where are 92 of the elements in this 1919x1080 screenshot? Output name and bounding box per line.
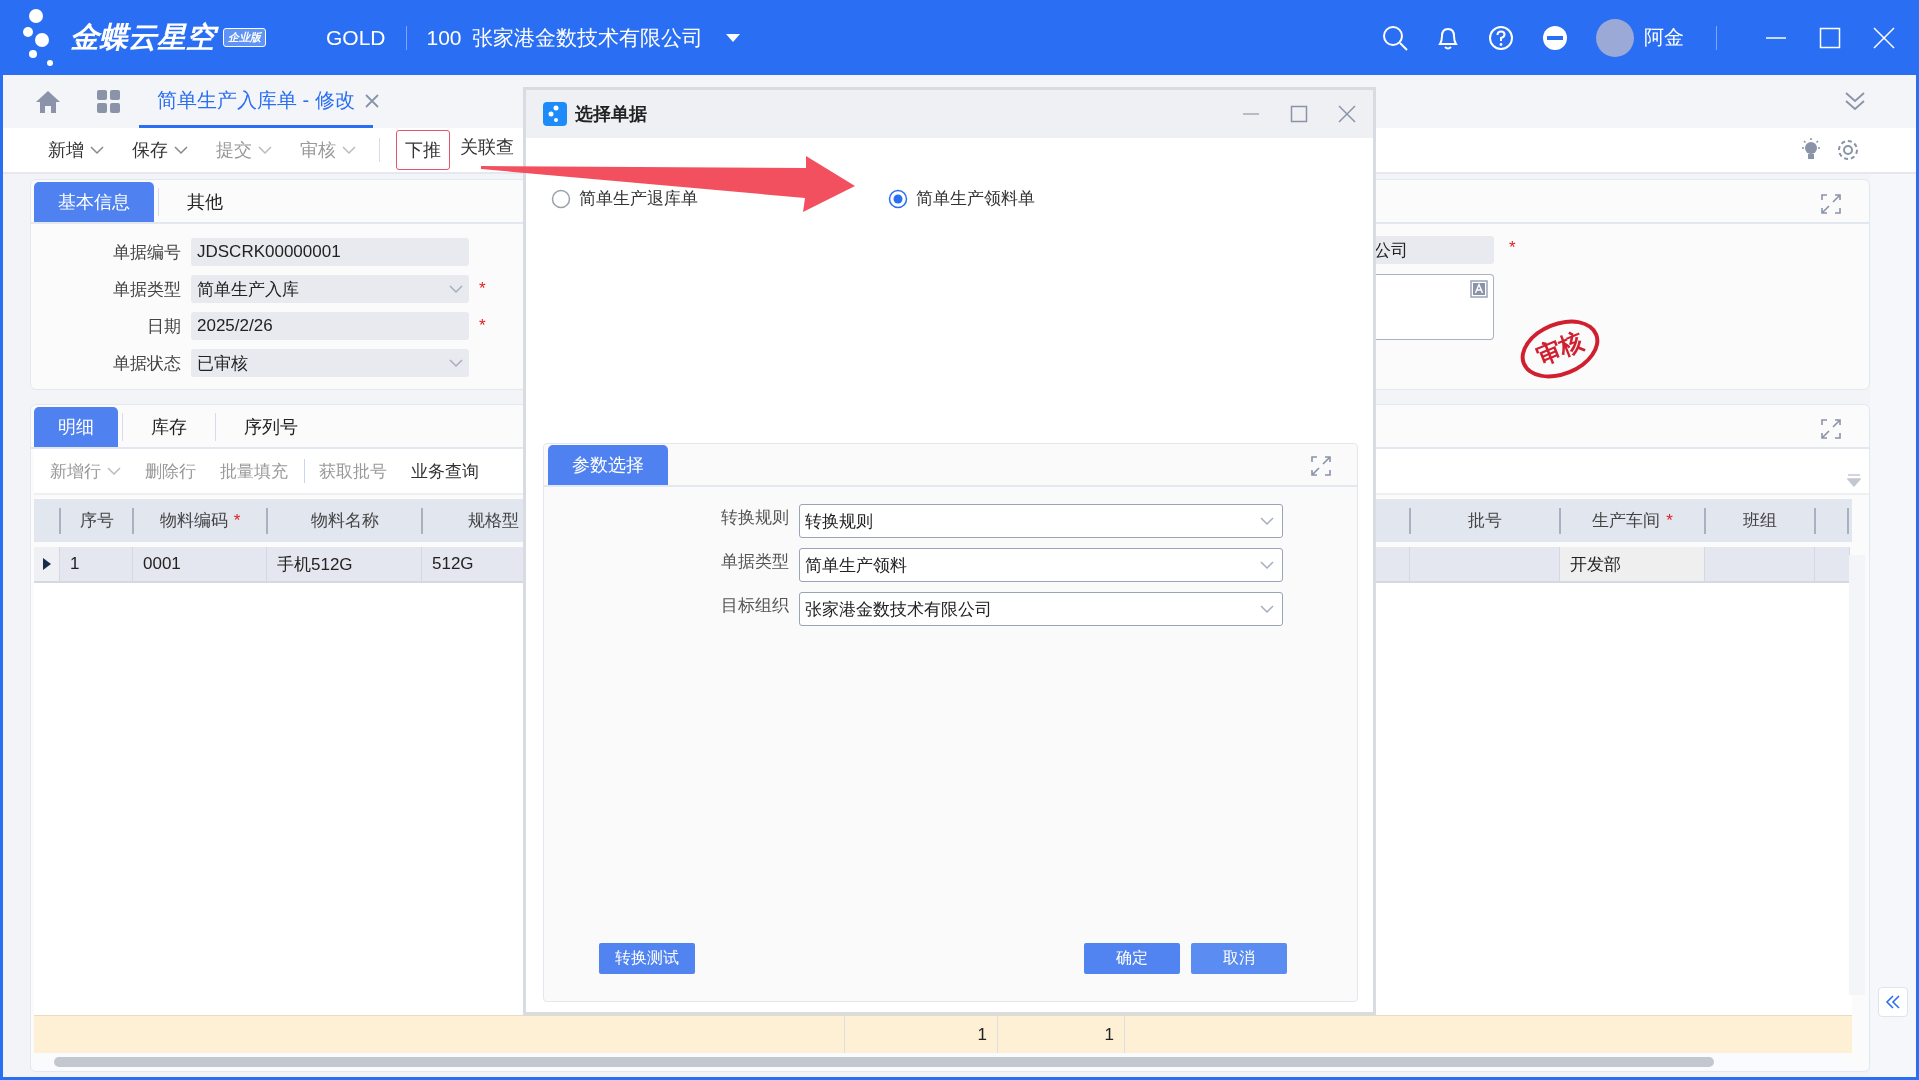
table-cell xyxy=(1815,547,1850,581)
caret-icon xyxy=(1260,604,1274,614)
caret-icon xyxy=(258,145,272,155)
dialog-app-icon xyxy=(543,102,567,126)
close-icon[interactable] xyxy=(1338,105,1356,123)
column-header[interactable] xyxy=(1814,507,1849,534)
user-avatar[interactable] xyxy=(1596,18,1634,57)
text-field[interactable]: 公司 xyxy=(1374,236,1494,264)
grid-toolbar-button[interactable]: 业务查询 xyxy=(403,459,487,483)
required-mark: * xyxy=(1509,238,1516,258)
column-header[interactable]: 序号 xyxy=(59,507,132,534)
required-mark: * xyxy=(479,279,487,299)
expand-icon[interactable] xyxy=(1311,456,1331,476)
column-header[interactable]: 班组 xyxy=(1704,507,1814,534)
data-center-name[interactable]: GOLD xyxy=(326,25,386,50)
maximize-icon[interactable] xyxy=(1290,105,1308,123)
toolbar-button[interactable]: 关联查 xyxy=(460,133,514,161)
font-icon[interactable] xyxy=(1470,280,1488,298)
user-name[interactable]: 阿金 xyxy=(1644,24,1684,51)
filter-icon[interactable] xyxy=(1847,473,1861,487)
toolbar-button[interactable]: 新增 xyxy=(39,130,113,170)
text-field[interactable]: 2025/2/26 xyxy=(191,312,469,340)
select-field[interactable]: 张家港金数技术有限公司 xyxy=(799,592,1283,626)
caret-icon xyxy=(107,466,121,476)
select-field[interactable]: 简单生产领料 xyxy=(799,548,1283,582)
column-header[interactable]: 批号 xyxy=(1409,507,1559,534)
field-label: 日期 xyxy=(146,315,181,338)
radio-option[interactable]: 简单生产领料单 xyxy=(888,187,1225,210)
column-header[interactable]: 物料名称 xyxy=(266,507,421,534)
close-tab-icon[interactable] xyxy=(364,94,379,108)
panel-tab[interactable]: 参数选择 xyxy=(548,445,668,485)
row-pointer-icon xyxy=(42,558,51,570)
required-mark: * xyxy=(479,316,487,336)
panel-tab[interactable]: 明细 xyxy=(34,407,118,447)
bulb-icon[interactable] xyxy=(1800,138,1822,162)
total-cell: 1 xyxy=(1104,1024,1114,1045)
text-area[interactable] xyxy=(1374,274,1494,340)
dialog-title: 选择单据 xyxy=(575,103,648,126)
collapse-icon[interactable] xyxy=(1844,90,1866,112)
table-cell: 1 xyxy=(60,547,133,581)
panel-tab[interactable]: 其他 xyxy=(163,182,247,222)
field-label: 转换规则 xyxy=(720,506,789,529)
field-label: 单据编号 xyxy=(112,241,181,264)
column-header[interactable]: 物料编码 * xyxy=(132,507,266,534)
select-field[interactable]: 简单生产入库 xyxy=(191,275,469,303)
table-cell: 0001 xyxy=(133,547,267,581)
collapse-panel-button[interactable] xyxy=(1878,987,1908,1017)
toolbar-button[interactable]: 下推 xyxy=(396,130,450,170)
test-button[interactable]: 转换测试 xyxy=(599,943,695,974)
double-chevron-icon xyxy=(1885,995,1901,1009)
expand-icon[interactable] xyxy=(1821,194,1841,214)
table-cell: 手机512G xyxy=(267,547,422,581)
panel-tab[interactable]: 库存 xyxy=(127,407,211,447)
select-field[interactable]: 已审核 xyxy=(191,349,469,377)
caret-icon xyxy=(1260,516,1274,526)
caret-icon xyxy=(449,358,463,368)
table-cell: 开发部 xyxy=(1560,547,1705,581)
radio-option[interactable]: 简单生产退库单 xyxy=(551,187,888,210)
caret-icon xyxy=(1260,560,1274,570)
caret-icon xyxy=(174,145,188,155)
radio-icon[interactable] xyxy=(551,188,571,209)
expand-icon[interactable] xyxy=(1821,419,1841,439)
edition-badge: 企业版 xyxy=(223,28,266,47)
field-label: 单据类型 xyxy=(720,550,789,573)
required-mark: * xyxy=(1666,510,1673,530)
required-mark: * xyxy=(233,510,241,530)
ok-button[interactable]: 确定 xyxy=(1084,943,1180,974)
field-label: 单据类型 xyxy=(112,278,181,301)
total-cell: 1 xyxy=(977,1024,987,1045)
org-name[interactable]: 张家港金数技术有限公司 xyxy=(471,23,703,52)
help-icon[interactable] xyxy=(1488,24,1514,51)
toolbar-button[interactable]: 保存 xyxy=(123,130,197,170)
dropdown-icon[interactable] xyxy=(724,32,741,43)
column-header[interactable]: 生产车间 * xyxy=(1559,507,1704,534)
radio-icon[interactable] xyxy=(888,188,908,209)
vertical-scrollbar[interactable] xyxy=(1849,555,1865,995)
horizontal-scrollbar[interactable] xyxy=(54,1057,1714,1067)
org-code[interactable]: 100 xyxy=(426,25,462,50)
caret-icon xyxy=(90,145,104,155)
field-label: 目标组织 xyxy=(720,594,789,617)
panel-tab[interactable]: 序列号 xyxy=(220,407,322,447)
caret-icon xyxy=(449,284,463,294)
home-icon[interactable] xyxy=(35,90,61,114)
panel-tab[interactable]: 基本信息 xyxy=(34,182,154,222)
text-field[interactable]: JDSCRK00000001 xyxy=(191,238,469,266)
search-icon[interactable] xyxy=(1382,24,1408,51)
field-label: 单据状态 xyxy=(112,352,181,375)
select-field[interactable]: 转换规则 xyxy=(799,504,1283,538)
settings-icon[interactable] xyxy=(1836,138,1860,162)
caret-icon xyxy=(342,145,356,155)
apps-icon[interactable] xyxy=(97,90,121,114)
more-icon[interactable] xyxy=(1542,24,1568,51)
